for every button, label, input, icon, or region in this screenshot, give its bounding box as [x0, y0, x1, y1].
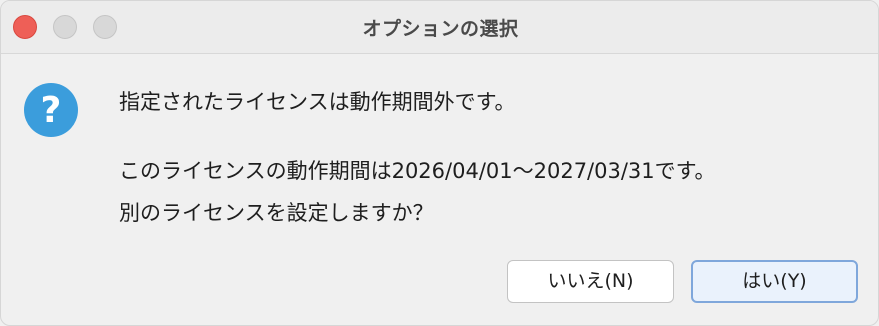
yes-button[interactable]: はい(Y): [691, 260, 858, 303]
dialog-window: オプションの選択 ? 指定されたライセンスは動作期間外です。 このライセンスの動…: [0, 0, 879, 326]
no-button[interactable]: いいえ(N): [507, 260, 674, 303]
window-title: オプションの選択: [362, 18, 519, 40]
svg-text:?: ?: [41, 90, 62, 131]
title-bar: オプションの選択: [1, 1, 878, 54]
message-line-3: 別のライセンスを設定しますか？: [119, 201, 434, 225]
message-line-2: このライセンスの動作期間は2026/04/01～2027/03/31です。: [119, 159, 716, 183]
message-line-1: 指定されたライセンスは動作期間外です。: [119, 90, 516, 114]
question-icon: ?: [24, 83, 78, 137]
